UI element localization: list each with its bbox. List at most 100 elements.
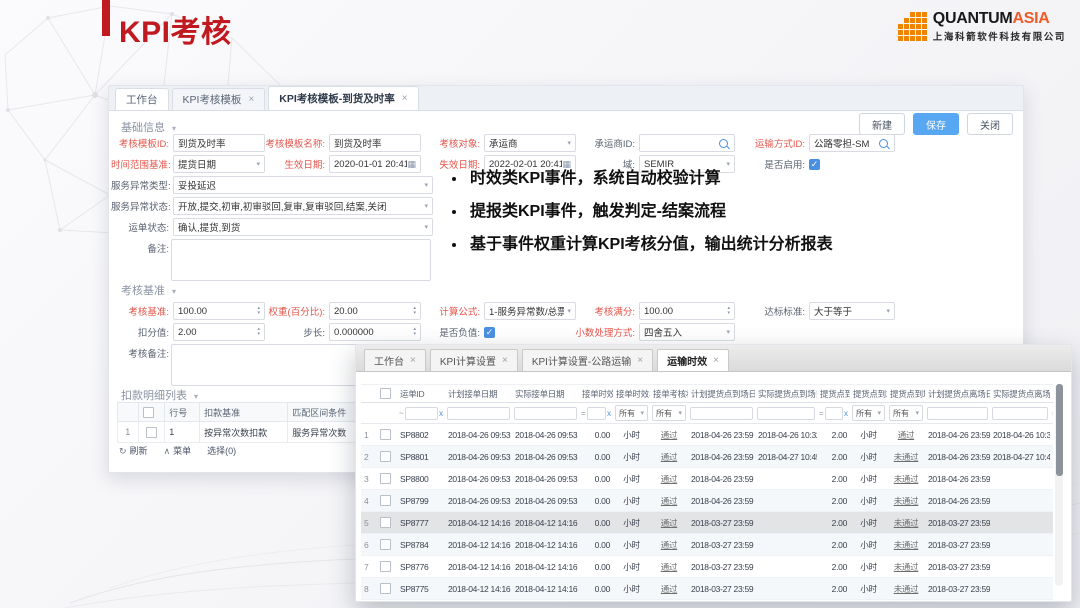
section-deduction-header[interactable]: 扣款明细列表▾ (121, 387, 198, 403)
tab-KPI考核模板-到货及时率[interactable]: KPI考核模板-到货及时率× (268, 86, 418, 110)
status-link[interactable]: 通过 (661, 584, 677, 594)
filter-input[interactable] (825, 407, 843, 420)
section-criteria-header[interactable]: 考核基准▾ (121, 282, 176, 298)
clear-filter-icon[interactable]: x (439, 409, 443, 418)
search-icon[interactable] (879, 139, 888, 148)
column-header[interactable]: 行号 (165, 403, 200, 422)
filter-select[interactable]: 所有▾ (615, 405, 648, 421)
row-checkbox[interactable] (380, 583, 391, 594)
status-link[interactable]: 未通过 (894, 518, 919, 528)
table-cell: 2018-03-27 23:59 (688, 556, 755, 578)
column-header[interactable]: 运单ID (397, 385, 445, 403)
column-header[interactable]: 扣款基准 (200, 403, 288, 422)
negative-checkbox[interactable]: ✓ (484, 327, 495, 338)
row-checkbox[interactable] (380, 429, 391, 440)
menu-button[interactable]: ∧菜单 (164, 444, 192, 457)
status-link[interactable]: 未通过 (894, 474, 919, 484)
status-link[interactable]: 通过 (661, 474, 677, 484)
filter-input[interactable] (405, 407, 438, 420)
tab-工作台[interactable]: 工作台× (364, 349, 426, 371)
filter-input[interactable] (690, 407, 753, 420)
status-link[interactable]: 未通过 (894, 584, 919, 594)
filter-input[interactable] (927, 407, 988, 420)
filter-input[interactable] (992, 407, 1048, 420)
filter-input[interactable] (587, 407, 606, 420)
close-icon[interactable]: × (410, 355, 416, 366)
row-checkbox[interactable] (380, 539, 391, 550)
column-header[interactable]: 提货点离 (1050, 385, 1053, 403)
column-header[interactable]: 提货点到场时效 (817, 385, 850, 403)
status-link[interactable]: 通过 (661, 430, 677, 440)
close-icon[interactable]: × (402, 93, 408, 104)
close-button[interactable]: 关闭 (967, 113, 1013, 135)
table-row[interactable]: 5SP87772018-04-12 14:162018-04-12 14:160… (361, 512, 1053, 534)
column-header[interactable]: 计划提货点离场日 (925, 385, 990, 403)
tab-KPI计算设置[interactable]: KPI计算设置× (430, 349, 518, 371)
tab-运输时效[interactable]: 运输时效× (657, 349, 729, 371)
checkbox-unchecked[interactable] (143, 407, 154, 418)
column-header[interactable]: 提货点到场时效 (850, 385, 887, 403)
row-checkbox[interactable] (380, 495, 391, 506)
filter-input[interactable] (514, 407, 577, 420)
status-link[interactable]: 通过 (661, 540, 677, 550)
clear-filter-icon[interactable]: x (607, 409, 611, 418)
vertical-scrollbar[interactable] (1055, 384, 1063, 586)
filter-input[interactable] (757, 407, 815, 420)
close-icon[interactable]: × (248, 94, 254, 105)
table-row[interactable]: 3SP88002018-04-26 09:532018-04-26 09:530… (361, 468, 1053, 490)
table-row[interactable]: 6SP87842018-04-12 14:162018-04-12 14:160… (361, 534, 1053, 556)
close-icon[interactable]: × (637, 355, 643, 366)
row-checkbox[interactable] (380, 451, 391, 462)
standard-select[interactable]: 大于等于▾ (809, 302, 895, 320)
tab-KPI计算设置-公路运输[interactable]: KPI计算设置-公路运输× (522, 349, 653, 371)
select-all-checkbox[interactable] (380, 388, 391, 399)
column-header[interactable]: 计划接单日期 (445, 385, 512, 403)
close-icon[interactable]: × (713, 355, 719, 366)
refresh-button[interactable]: ↻刷新 (119, 444, 148, 457)
exception-type-select[interactable]: 妥投延迟▾ (173, 176, 433, 194)
column-header[interactable]: 提货点到场考核 (887, 385, 925, 403)
table-row[interactable]: 7SP87762018-04-12 14:162018-04-12 14:160… (361, 556, 1053, 578)
table-row[interactable]: 8SP87752018-04-12 14:162018-04-12 14:160… (361, 578, 1053, 600)
filter-select[interactable]: 所有▾ (652, 405, 686, 421)
status-link[interactable]: 通过 (661, 562, 677, 572)
status-link[interactable]: 通过 (661, 518, 677, 528)
row-checkbox[interactable] (380, 561, 391, 572)
status-link[interactable]: 未通过 (894, 540, 919, 550)
exception-status-select[interactable]: 开放,提交,初审,初审驳回,复审,复审驳回,结案,关闭▾ (173, 197, 433, 215)
table-row[interactable]: 4SP87992018-04-26 09:532018-04-26 09:530… (361, 490, 1053, 512)
status-link[interactable]: 通过 (661, 452, 677, 462)
save-button[interactable]: 保存 (913, 113, 959, 135)
decimal-mode-select[interactable]: 四舍五入▾ (639, 323, 735, 341)
table-row[interactable]: 1SP88022018-04-26 09:532018-04-26 09:530… (361, 424, 1053, 446)
column-header[interactable]: 接单考核状态 (650, 385, 688, 403)
status-link[interactable]: 未通过 (894, 562, 919, 572)
close-icon[interactable]: × (502, 355, 508, 366)
waybill-status-select[interactable]: 确认,提货,到货▾ (173, 218, 433, 236)
section-basic-header[interactable]: 基础信息▾ (121, 119, 176, 135)
new-button[interactable]: 新建 (859, 113, 905, 135)
table-row[interactable]: 2SP88012018-04-26 09:532018-04-26 09:530… (361, 446, 1053, 468)
tab-KPI考核模板[interactable]: KPI考核模板× (172, 88, 266, 110)
scrollbar-thumb[interactable] (1056, 384, 1063, 476)
column-header[interactable]: 实际提货点到场日 (755, 385, 817, 403)
filter-select[interactable]: 所有▾ (852, 405, 885, 421)
status-link[interactable]: 通过 (898, 430, 914, 440)
tab-工作台[interactable]: 工作台 (115, 88, 169, 110)
clear-filter-icon[interactable]: x (844, 409, 848, 418)
remark-textarea[interactable] (171, 239, 431, 281)
status-link[interactable]: 未通过 (894, 496, 919, 506)
column-header[interactable]: 接单时效单位 (613, 385, 650, 403)
column-header[interactable]: 实际提货点离场日 (990, 385, 1050, 403)
column-header[interactable]: 计划提货点到场日 (688, 385, 755, 403)
filter-select[interactable]: 所有▾ (889, 405, 923, 421)
row-checkbox[interactable] (380, 517, 391, 528)
filter-input[interactable] (447, 407, 510, 420)
row-checkbox[interactable] (380, 473, 391, 484)
column-header[interactable]: 实际接单日期 (512, 385, 579, 403)
column-header[interactable]: 接单时效 (579, 385, 613, 403)
row-checkbox[interactable] (146, 427, 157, 438)
transport-mode-id-lookup-input[interactable]: 公路零担-SM (809, 134, 895, 152)
status-link[interactable]: 通过 (661, 496, 677, 506)
status-link[interactable]: 未通过 (894, 452, 919, 462)
